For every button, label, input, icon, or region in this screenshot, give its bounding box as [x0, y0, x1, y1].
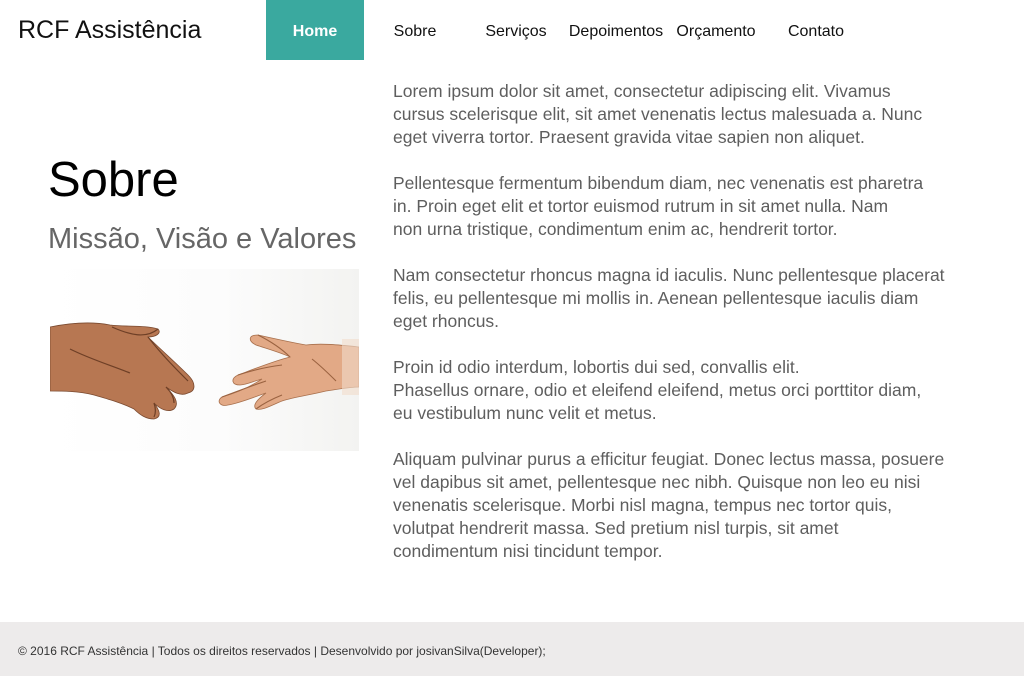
page-subtitle: Missão, Visão e Valores — [48, 223, 357, 255]
nav-item-contato[interactable]: Contato — [766, 0, 866, 60]
content-paragraph-4: Proin id odio interdum, lobortis dui sed… — [393, 357, 922, 423]
content-paragraph-1: Lorem ipsum dolor sit amet, consectetur … — [393, 81, 923, 147]
nav-item-orcamento[interactable]: Orçamento — [666, 0, 766, 60]
content-paragraph-2: Pellentesque fermentum bibendum diam, ne… — [393, 173, 924, 239]
page-title: Sobre — [48, 153, 179, 207]
site-footer: © 2016 RCF Assistência | Todos os direit… — [0, 622, 1024, 676]
copyright-text: © 2016 RCF Assistência | Todos os direit… — [18, 644, 546, 658]
brand-logo[interactable]: RCF Assistência — [18, 14, 201, 46]
nav-item-sobre[interactable]: Sobre — [366, 0, 464, 60]
page: RCF Assistência Home Sobre Serviços Depo… — [0, 0, 1024, 676]
nav-item-servicos[interactable]: Serviços — [466, 0, 566, 60]
content-paragraph-3: Nam consectetur rhoncus magna id iaculis… — [393, 265, 945, 331]
site-header: RCF Assistência Home Sobre Serviços Depo… — [0, 0, 1024, 60]
nav-item-depoimentos[interactable]: Depoimentos — [566, 0, 666, 60]
handshake-image — [50, 269, 359, 451]
content-paragraph-5: Aliquam pulvinar purus a efficitur feugi… — [393, 449, 945, 561]
nav-item-home[interactable]: Home — [266, 0, 364, 60]
handshake-icon — [50, 322, 359, 420]
about-content: Lorem ipsum dolor sit amet, consectetur … — [393, 80, 998, 586]
